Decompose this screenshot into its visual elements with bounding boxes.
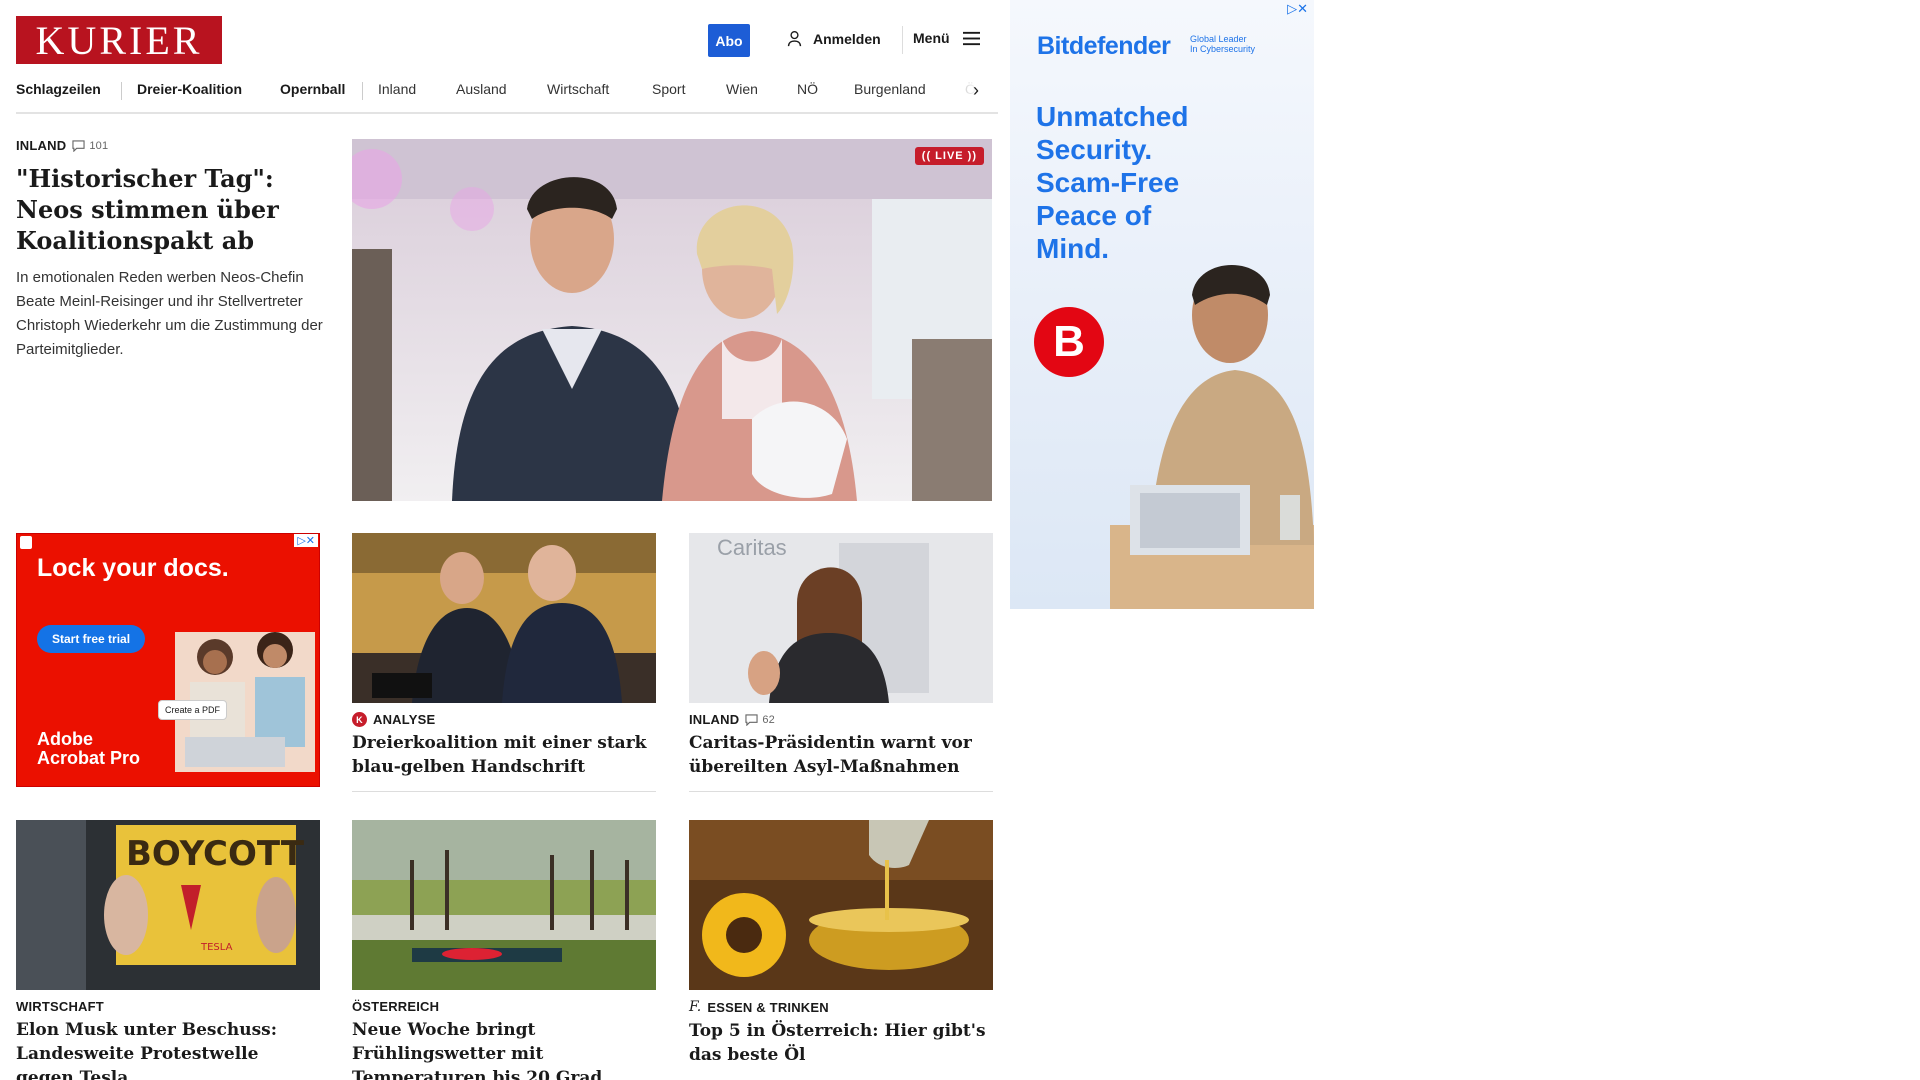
bitdefender-logo: Bitdefender xyxy=(1037,32,1171,60)
nav-item-burgenland[interactable]: Burgenland xyxy=(854,81,926,97)
nav-item-dreier-koalition[interactable]: Dreier-Koalition xyxy=(137,81,242,97)
bitdefender-ad[interactable]: ▷✕ Bitdefender Global Leader In Cybersec… xyxy=(1010,0,1314,609)
card-headline[interactable]: Dreierkoalition mit einer stark blau-gel… xyxy=(352,731,656,779)
nav-item-opernball[interactable]: Opernball xyxy=(280,81,345,97)
card-image[interactable]: BOYCOTT TESLA xyxy=(16,820,320,990)
card-divider xyxy=(352,791,656,792)
freizeit-f-badge-icon: f. xyxy=(689,999,702,1015)
card-headline[interactable]: Elon Musk unter Beschuss: Landesweite Pr… xyxy=(16,1018,320,1080)
nav-divider xyxy=(362,82,363,100)
header-divider xyxy=(902,26,903,54)
lead-image[interactable]: (( LIVE )) xyxy=(352,139,992,501)
headline-line: Unmatched xyxy=(1036,101,1189,132)
ad-man-photo xyxy=(1110,265,1314,609)
headline-line: Security. xyxy=(1036,134,1153,165)
card-image[interactable] xyxy=(352,533,656,703)
caritas-photo: Caritas xyxy=(689,533,993,703)
card-image[interactable] xyxy=(352,820,656,990)
nav-item-noe[interactable]: NÖ xyxy=(797,81,818,97)
tagline-line1: Global Leader xyxy=(1190,34,1247,44)
caritas-wall-text: Caritas xyxy=(717,535,787,560)
card-headline[interactable]: Top 5 in Österreich: Hier gibt's das bes… xyxy=(689,1019,993,1067)
lead-kicker: INLAND 101 xyxy=(16,138,326,153)
news-card[interactable]: Caritas INLAND 62 Caritas-Präsidentin wa… xyxy=(689,533,993,792)
ad-brand: Adobe Acrobat Pro xyxy=(37,730,140,768)
card-category: INLAND xyxy=(689,712,740,727)
card-category: ANALYSE xyxy=(373,712,436,727)
bitdefender-headline: Unmatched Security. Scam-Free Peace of M… xyxy=(1036,100,1188,265)
card-category: WIRTSCHAFT xyxy=(16,999,104,1014)
user-icon xyxy=(787,31,802,47)
card-kicker: WIRTSCHAFT xyxy=(16,999,320,1014)
comment-count[interactable]: 62 xyxy=(745,714,775,726)
ad-headline: Lock your docs. xyxy=(37,554,229,582)
kurier-k-badge-icon: K xyxy=(352,712,367,727)
tesla-boycott-photo: BOYCOTT TESLA xyxy=(16,820,320,990)
park-photo xyxy=(352,820,656,990)
card-image[interactable] xyxy=(689,820,993,990)
chevron-right-icon[interactable]: › xyxy=(973,80,979,101)
ad-shield-icon xyxy=(20,536,32,549)
nav-item-schlagzeilen[interactable]: Schlagzeilen xyxy=(16,81,101,97)
lead-story[interactable]: INLAND 101 "Historischer Tag": Neos stim… xyxy=(16,138,326,362)
menu-button[interactable]: Menü xyxy=(913,30,980,46)
boycott-sign-text: BOYCOTT xyxy=(126,834,305,874)
headline-line: Scam-Free xyxy=(1036,167,1180,198)
login-button[interactable]: Anmelden xyxy=(786,30,881,47)
card-headline[interactable]: Caritas-Präsidentin warnt vor übereilten… xyxy=(689,731,993,779)
card-divider xyxy=(689,791,993,792)
nav-item-inland[interactable]: Inland xyxy=(378,81,416,97)
lead-photo xyxy=(352,139,992,501)
bitdefender-tagline: Global Leader In Cybersecurity xyxy=(1190,34,1255,54)
nav-item-wirtschaft[interactable]: Wirtschaft xyxy=(547,81,609,97)
comment-count-value: 62 xyxy=(762,713,775,726)
nav-item-sport[interactable]: Sport xyxy=(652,81,685,97)
abo-button[interactable]: Abo xyxy=(708,24,750,57)
ad-choices-icon[interactable]: ▷✕ xyxy=(294,534,318,547)
nav-item-wien[interactable]: Wien xyxy=(726,81,758,97)
section-nav: Schlagzeilen Dreier-Koalition Opernball … xyxy=(16,78,998,114)
news-card[interactable]: ÖSTERREICH Neue Woche bringt Frühlingswe… xyxy=(352,820,656,1080)
card-category: ÖSTERREICH xyxy=(352,999,440,1014)
ad-brand-line1: Adobe xyxy=(37,729,93,749)
ad-choices-icon[interactable]: ▷✕ xyxy=(1287,1,1308,17)
card-kicker: K ANALYSE xyxy=(352,712,656,727)
adobe-acrobat-ad[interactable]: ▷✕ Lock your docs. Start free trial Crea… xyxy=(16,533,320,787)
live-badge: (( LIVE )) xyxy=(914,147,984,165)
card-kicker: f. ESSEN & TRINKEN xyxy=(689,999,993,1015)
tesla-sign-text: TESLA xyxy=(200,942,233,953)
comment-icon xyxy=(745,713,758,726)
card-headline[interactable]: Neue Woche bringt Frühlingswetter mit Te… xyxy=(352,1018,656,1080)
bitdefender-b-logo: B xyxy=(1034,307,1104,377)
comment-count-value: 101 xyxy=(89,139,109,152)
ad-people-photo xyxy=(175,632,315,772)
tagline-line2: In Cybersecurity xyxy=(1190,44,1256,54)
lead-category: INLAND xyxy=(16,138,67,153)
lead-teaser: In emotionalen Reden werben Neos-Chefin … xyxy=(16,269,323,358)
create-pdf-chip: Create a PDF xyxy=(158,700,228,720)
news-card[interactable]: f. ESSEN & TRINKEN Top 5 in Österreich: … xyxy=(689,820,993,1067)
card-kicker: INLAND 62 xyxy=(689,712,993,727)
news-card[interactable]: K ANALYSE Dreierkoalition mit einer star… xyxy=(352,533,656,792)
card-image[interactable]: Caritas xyxy=(689,533,993,703)
comment-count[interactable]: 101 xyxy=(72,140,108,152)
lead-headline[interactable]: "Historischer Tag": Neos stimmen über Ko… xyxy=(16,163,326,256)
login-label: Anmelden xyxy=(813,30,881,47)
news-card[interactable]: BOYCOTT TESLA WIRTSCHAFT Elon Musk unter… xyxy=(16,820,320,1080)
menu-label: Menü xyxy=(913,30,950,46)
nav-divider xyxy=(121,82,122,100)
hamburger-icon xyxy=(962,31,980,45)
card-kicker: ÖSTERREICH xyxy=(352,999,656,1014)
ad-brand-line2: Acrobat Pro xyxy=(37,748,141,768)
nav-item-ausland[interactable]: Ausland xyxy=(456,81,507,97)
comment-icon xyxy=(72,139,85,152)
parliament-photo xyxy=(352,533,656,703)
card-category: ESSEN & TRINKEN xyxy=(707,999,829,1015)
headline-line: Peace of xyxy=(1036,200,1152,231)
start-free-trial-button[interactable]: Start free trial xyxy=(37,625,146,653)
oil-photo xyxy=(689,820,993,990)
nav-fade xyxy=(956,78,988,108)
kurier-logo[interactable]: KURIER xyxy=(16,16,222,64)
